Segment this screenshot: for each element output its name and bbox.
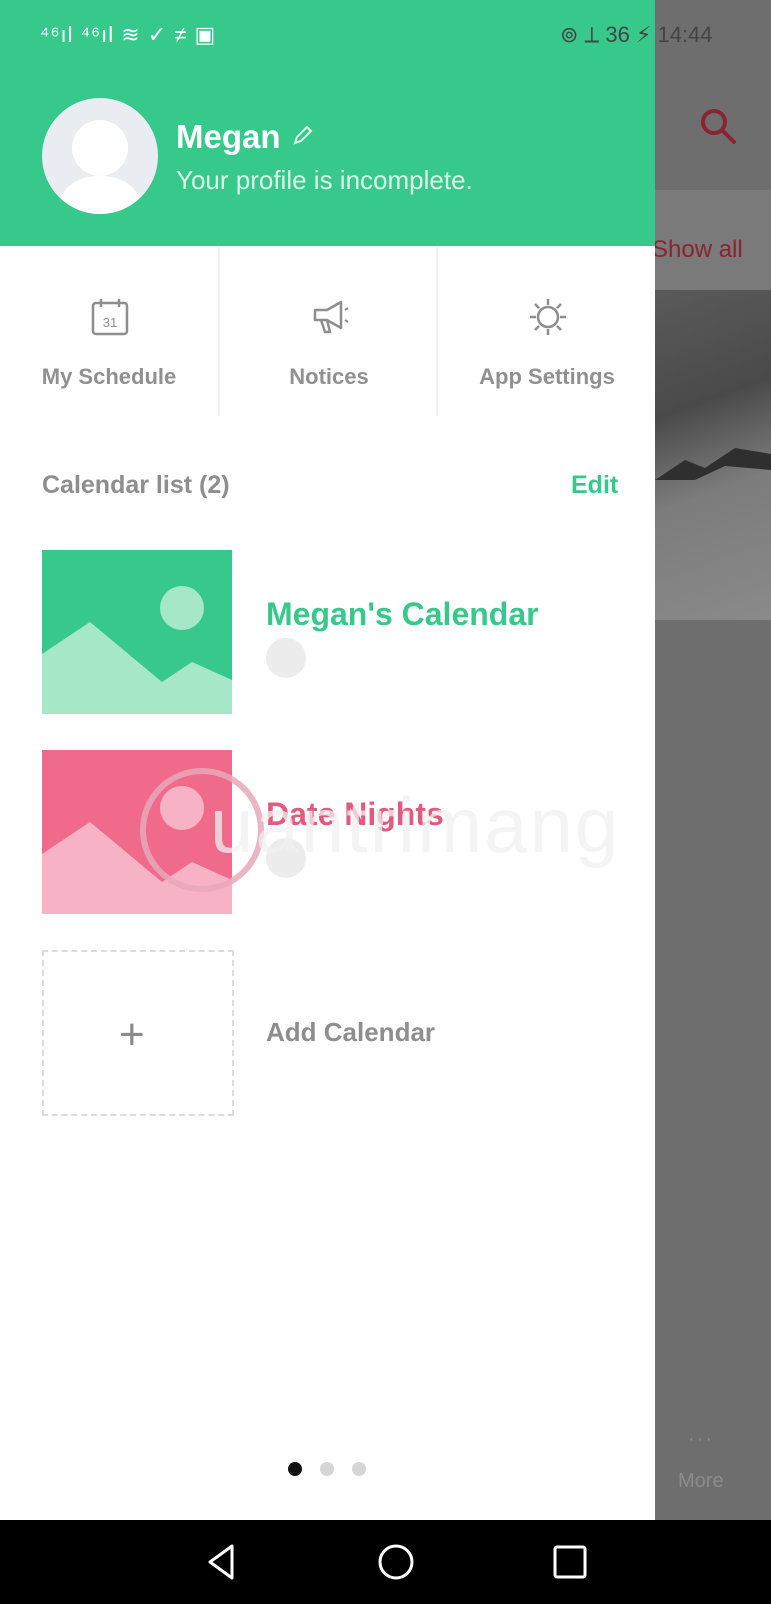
status-left-icons: ⁴⁶ıl ⁴⁶ıl ≋ ✓ ≠ ▣ (40, 22, 217, 47)
more-tab[interactable]: More (678, 1470, 724, 1493)
page-dot-active[interactable] (288, 1462, 302, 1476)
quick-action-label: App Settings (479, 364, 615, 389)
quick-actions-row: 31 My Schedule Notices App Settings (0, 246, 655, 416)
home-icon[interactable] (372, 1538, 420, 1586)
quick-action-label: Notices (289, 364, 369, 389)
edit-calendars-button[interactable]: Edit (571, 471, 618, 500)
calendar-name[interactable]: Megan's Calendar (266, 596, 539, 633)
quick-action-label: My Schedule (41, 364, 177, 389)
recents-icon[interactable] (546, 1538, 594, 1586)
svg-text:31: 31 (103, 315, 117, 330)
pencil-icon[interactable] (292, 124, 314, 146)
background-mountain-ridge (655, 448, 771, 480)
more-dots-icon: ··· (688, 1428, 714, 1450)
quick-action-app-settings[interactable]: App Settings (438, 246, 656, 416)
status-right-info: ⊚ ⟂ 36 ⚡ 14:44 (560, 22, 713, 47)
calendar-owner-avatar (266, 638, 306, 678)
back-icon[interactable] (198, 1538, 246, 1586)
watermark-text: uantrimang (210, 781, 621, 869)
quick-action-notices[interactable]: Notices (220, 246, 438, 416)
status-bar: ⁴⁶ıl ⁴⁶ıl ≋ ✓ ≠ ▣ ⊚ ⟂ 36 ⚡ 14:44 (0, 0, 771, 70)
system-navigation-bar (0, 1520, 771, 1604)
megaphone-icon (313, 300, 349, 334)
plus-icon: + (119, 1010, 145, 1059)
calendar-list-title: Calendar list (2) (42, 471, 230, 499)
page-dot[interactable] (320, 1462, 334, 1476)
profile-name: Megan (176, 118, 281, 155)
show-all-link[interactable]: Show all (652, 236, 743, 264)
calendar-icon: 31 (91, 299, 129, 336)
page-indicator (288, 1462, 368, 1478)
page-dot[interactable] (352, 1462, 366, 1476)
image-placeholder-icon (42, 550, 232, 714)
profile-subtitle[interactable]: Your profile is incomplete. (176, 165, 473, 196)
calendar-thumbnail[interactable] (42, 550, 232, 714)
user-silhouette-icon (56, 120, 144, 214)
gear-icon (530, 299, 566, 335)
search-icon[interactable] (698, 106, 738, 146)
quick-action-my-schedule[interactable]: 31 My Schedule (0, 246, 218, 416)
avatar[interactable] (42, 98, 158, 214)
add-calendar-label[interactable]: Add Calendar (266, 1017, 435, 1048)
